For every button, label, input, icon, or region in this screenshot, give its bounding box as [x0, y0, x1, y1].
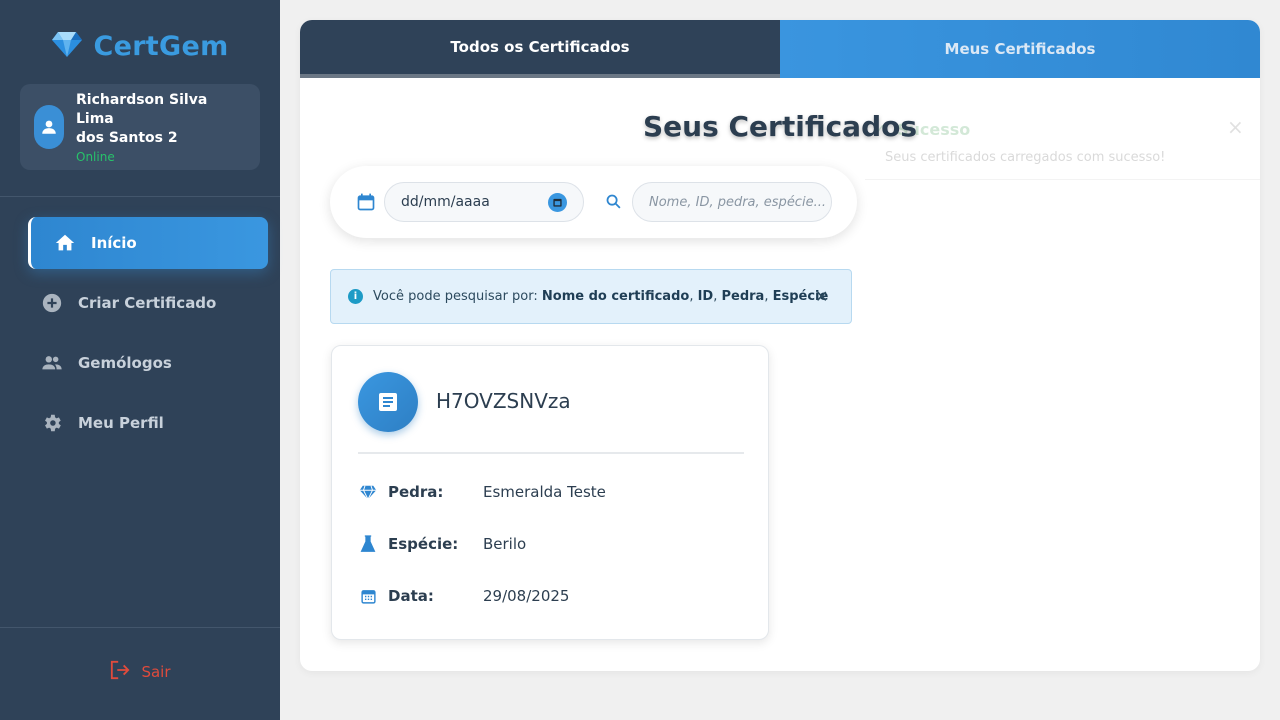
row-value: Berilo — [483, 535, 527, 553]
certificate-row-pedra: Pedra: Esmeralda Teste — [358, 480, 606, 504]
search-input[interactable] — [632, 182, 832, 222]
info-icon: i — [348, 289, 363, 304]
row-label: Data: — [388, 587, 434, 605]
gear-icon — [40, 411, 64, 435]
sidebar-item-gemologos[interactable]: Gemólogos — [28, 337, 268, 389]
user-card: Richardson Silva Lima dos Santos 2 Onlin… — [20, 84, 260, 170]
row-label: Pedra: — [388, 483, 444, 501]
sidebar-divider — [0, 196, 280, 197]
calendar-icon — [358, 588, 378, 605]
search-info-alert: i Você pode pesquisar por: Nome do certi… — [330, 269, 852, 324]
logout-label: Sair — [141, 663, 171, 681]
flask-icon — [358, 535, 378, 553]
sidebar-item-label: Criar Certificado — [78, 294, 217, 312]
sidebar-item-meu-perfil[interactable]: Meu Perfil — [28, 397, 268, 449]
people-icon — [40, 351, 64, 375]
sidebar: CertGem Richardson Silva Lima dos Santos… — [0, 0, 280, 720]
document-icon — [358, 372, 418, 432]
sidebar-item-inicio[interactable]: Início — [28, 217, 268, 269]
certificate-card[interactable]: H7OVZSNVza Pedra: Esmeralda Teste Espéci… — [331, 345, 769, 640]
row-label: Espécie: — [388, 535, 459, 553]
logout-button[interactable]: Sair — [0, 660, 280, 684]
logout-icon — [109, 660, 131, 684]
sidebar-divider — [0, 627, 280, 628]
add-circle-icon — [40, 291, 64, 315]
page-title: Seus Certificados — [642, 110, 918, 143]
certificate-row-data: Data: 29/08/2025 — [358, 584, 569, 608]
user-status: Online — [76, 149, 115, 164]
tab-bar: Todos os Certificados Meus Certificados — [300, 20, 1260, 78]
date-picker-icon[interactable] — [548, 193, 567, 212]
user-icon — [42, 120, 56, 134]
certificate-id: H7OVZSNVza — [436, 389, 571, 413]
home-icon — [53, 231, 77, 255]
sidebar-item-label: Início — [91, 234, 137, 252]
info-field: ID — [697, 289, 714, 304]
sidebar-item-criar-certificado[interactable]: Criar Certificado — [28, 277, 268, 329]
sidebar-item-label: Gemólogos — [78, 354, 172, 372]
brand-name: CertGem — [93, 30, 229, 62]
search-icon — [605, 193, 622, 214]
main-panel: Todos os Certificados Meus Certificados … — [300, 20, 1260, 671]
brand[interactable]: CertGem — [0, 30, 280, 62]
calendar-icon — [356, 192, 376, 216]
toast-message: Seus certificados carregados com sucesso… — [885, 150, 1166, 165]
certificate-row-especie: Espécie: Berilo — [358, 532, 526, 556]
sidebar-item-label: Meu Perfil — [78, 414, 164, 432]
card-divider — [358, 452, 744, 454]
filter-bar: dd/mm/aaaa — [330, 166, 857, 238]
tab-meus-certificados[interactable]: Meus Certificados — [780, 20, 1260, 78]
diamond-logo-icon — [51, 30, 83, 62]
close-icon[interactable]: ✕ — [815, 287, 828, 306]
info-prefix: Você pode pesquisar por: — [373, 289, 542, 304]
row-value: Esmeralda Teste — [483, 483, 606, 501]
user-name-line2: dos Santos 2 — [76, 129, 178, 146]
row-value: 29/08/2025 — [483, 587, 570, 605]
tab-todos-certificados[interactable]: Todos os Certificados — [300, 20, 780, 78]
user-name-line1: Richardson Silva Lima — [76, 91, 208, 127]
info-field: Pedra — [721, 289, 765, 304]
date-filter-input[interactable]: dd/mm/aaaa — [384, 182, 584, 222]
info-field: Nome do certificado — [541, 289, 690, 304]
date-placeholder: dd/mm/aaaa — [401, 194, 490, 210]
diamond-icon — [358, 485, 378, 500]
avatar — [34, 105, 64, 149]
